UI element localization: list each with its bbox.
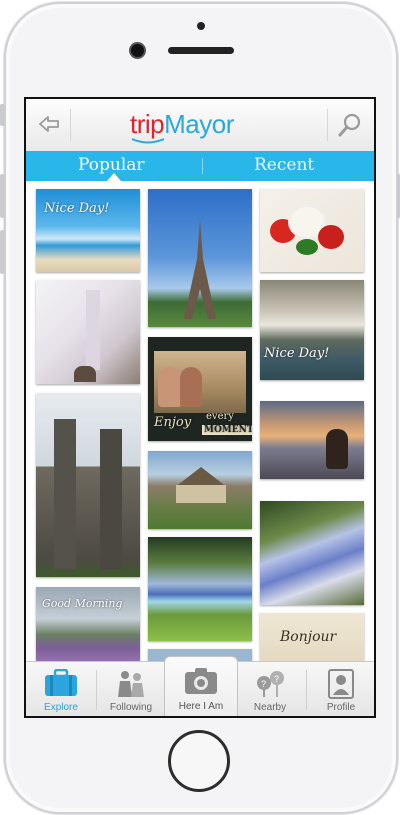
tab-profile[interactable]: Profile xyxy=(307,662,374,716)
good-morning-stamp: Good Morning xyxy=(42,597,123,610)
nice-day-stamp: Nice Day! xyxy=(264,346,330,361)
active-tab-indicator xyxy=(107,173,121,181)
tab-here-i-am[interactable]: Here I Am xyxy=(164,656,238,716)
tab-profile-label: Profile xyxy=(326,702,356,713)
tab-explore[interactable]: Explore xyxy=(26,662,96,716)
tab-nearby-label: Nearby xyxy=(253,702,287,713)
logo-mayor: Mayor xyxy=(164,109,234,139)
tab-following-label: Following xyxy=(109,702,153,713)
photo-tower[interactable] xyxy=(36,393,140,577)
nice-day-stamp: Nice Day! xyxy=(44,201,110,216)
photo-bonjour[interactable]: Bonjour xyxy=(260,613,364,661)
photo-lavender[interactable]: Good Morning xyxy=(36,587,140,661)
topbar-divider xyxy=(327,109,328,141)
photo-river-rocks[interactable] xyxy=(260,501,364,605)
front-camera xyxy=(131,44,144,57)
topbar-divider xyxy=(70,109,71,141)
logo-arrow-icon xyxy=(131,138,165,144)
search-icon[interactable] xyxy=(338,113,362,137)
photo-cottage[interactable] xyxy=(148,451,252,529)
photo-church[interactable] xyxy=(36,280,140,384)
photo-eiffel-tower[interactable] xyxy=(148,189,252,327)
logo-trip: trip xyxy=(130,109,165,139)
tab-nearby[interactable]: ? ? Nearby xyxy=(236,662,304,716)
home-button[interactable] xyxy=(168,730,230,792)
top-bar: tripMayor xyxy=(26,99,374,152)
back-arrow-icon[interactable] xyxy=(38,114,60,134)
app-screen: tripMayor Popular Recent Nice Day! Good xyxy=(24,97,376,718)
app-logo: tripMayor xyxy=(130,109,234,140)
nearby-pins-icon: ? ? xyxy=(257,671,284,697)
tab-following[interactable]: Following xyxy=(97,662,165,716)
moment-text: MOMENT xyxy=(202,425,252,435)
enjoy-text: Enjoy xyxy=(154,415,192,430)
eiffel-shape xyxy=(184,219,216,319)
photo-beach[interactable]: Nice Day! xyxy=(36,189,140,272)
svg-text:?: ? xyxy=(274,674,279,684)
bonjour-text: Bonjour xyxy=(280,629,337,645)
photo-volcano-sunrise[interactable] xyxy=(260,401,364,479)
bottom-tab-bar: Explore Following Here I Am ? ? Nearby P… xyxy=(26,656,374,716)
profile-card-icon xyxy=(328,669,354,699)
camera-icon xyxy=(185,668,217,694)
tab-recent[interactable]: Recent xyxy=(254,155,314,175)
photo-stream[interactable] xyxy=(148,537,252,641)
svg-text:?: ? xyxy=(261,679,266,689)
tab-explore-label: Explore xyxy=(44,702,78,713)
following-people-icon xyxy=(118,671,144,697)
volume-down-button xyxy=(0,230,5,274)
tab-divider xyxy=(202,158,203,174)
earpiece-speaker xyxy=(168,47,234,54)
photo-pool[interactable]: Nice Day! xyxy=(260,280,364,380)
every-text: every xyxy=(206,411,234,422)
proximity-sensor xyxy=(197,22,205,30)
photo-grid: Nice Day! Good Morning Enjoy every MOMEN… xyxy=(26,181,374,661)
tab-here-i-am-label: Here I Am xyxy=(178,701,224,712)
photo-selfie-enjoy[interactable]: Enjoy every MOMENT xyxy=(148,337,252,441)
feed-tabs: Popular Recent xyxy=(26,151,374,181)
mute-switch xyxy=(0,104,5,126)
volume-up-button xyxy=(0,174,5,218)
tab-popular[interactable]: Popular xyxy=(78,155,145,175)
photo-caprese[interactable] xyxy=(260,189,364,272)
suitcase-icon xyxy=(45,669,77,696)
